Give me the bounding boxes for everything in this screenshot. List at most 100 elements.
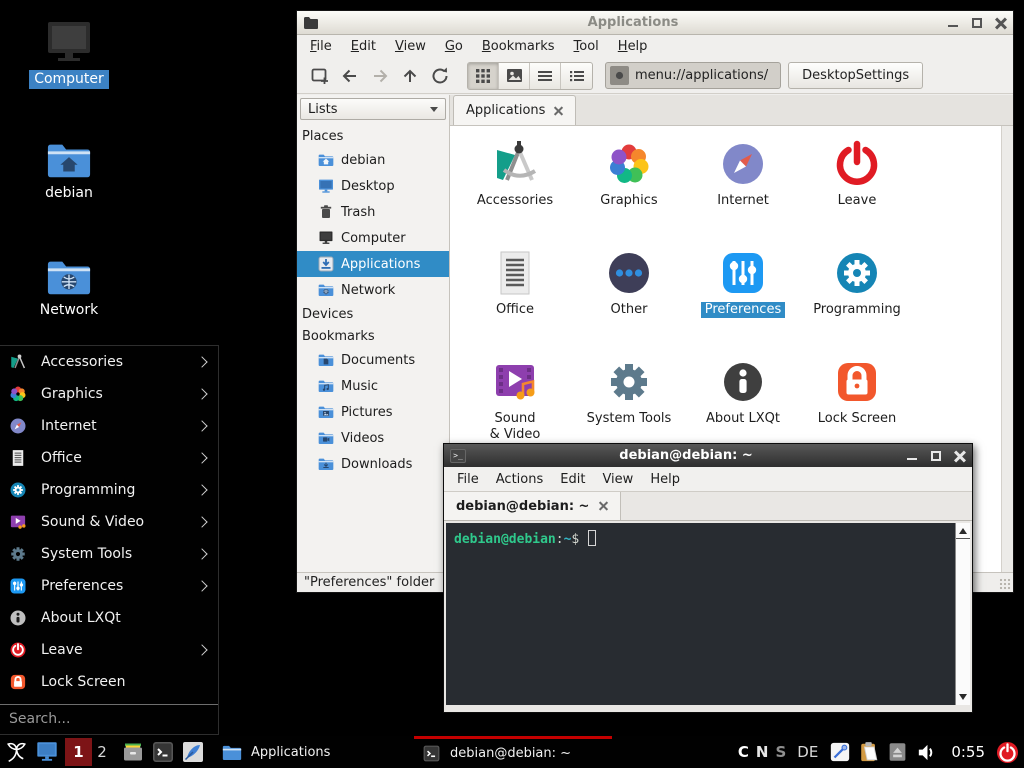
- up-button[interactable]: [395, 62, 425, 90]
- prompt-colon: :: [556, 532, 564, 547]
- tab-close-icon[interactable]: [599, 502, 608, 511]
- workspace-2-button[interactable]: 2: [92, 743, 112, 761]
- term-menu-view[interactable]: View: [602, 472, 633, 487]
- scrolllock-indicator[interactable]: S: [775, 743, 786, 761]
- fm-menu-file[interactable]: File: [310, 39, 332, 54]
- volume-tray-icon[interactable]: [915, 741, 938, 764]
- reload-button[interactable]: [425, 62, 455, 90]
- show-desktop-button[interactable]: [32, 736, 62, 768]
- fm-menu-tool[interactable]: Tool: [574, 39, 599, 54]
- scrollbar-thumb[interactable]: [956, 538, 970, 542]
- sidebar-item-computer[interactable]: Computer: [297, 225, 449, 251]
- menu-item-label: System Tools: [41, 546, 184, 562]
- quicklaunch-featherpad[interactable]: [178, 736, 208, 768]
- thumbnail-view-button[interactable]: [499, 63, 530, 89]
- workspace-1-button[interactable]: 1: [65, 738, 92, 766]
- fm-menu-help[interactable]: Help: [618, 39, 648, 54]
- fm-menu-bookmarks[interactable]: Bookmarks: [482, 39, 555, 54]
- menu-item-accessories[interactable]: Accessories: [0, 346, 218, 378]
- sidebar-mode-select[interactable]: Lists: [300, 98, 446, 120]
- menu-item-sound-video[interactable]: Sound & Video: [0, 506, 218, 538]
- numlock-indicator[interactable]: N: [756, 743, 769, 761]
- folder-preferences[interactable]: Preferences: [686, 247, 800, 356]
- term-menu-help[interactable]: Help: [650, 472, 680, 487]
- desktop-icon-home[interactable]: debian: [19, 140, 119, 203]
- keyboard-layout-indicator[interactable]: DE: [797, 743, 818, 761]
- icon-view-button[interactable]: [468, 63, 499, 89]
- new-tab-button[interactable]: [305, 62, 335, 90]
- sidebar-item-network[interactable]: Network: [297, 277, 449, 303]
- term-menu-actions[interactable]: Actions: [496, 472, 544, 487]
- desktop-icon-computer[interactable]: Computer: [19, 20, 119, 89]
- path-segment-child[interactable]: DesktopSettings: [788, 62, 923, 89]
- fm-titlebar[interactable]: Applications: [297, 11, 1013, 35]
- folder-view-scrollbar[interactable]: [1001, 126, 1013, 572]
- close-icon[interactable]: [995, 17, 1007, 29]
- fm-menu-view[interactable]: View: [395, 39, 426, 54]
- menu-item-programming[interactable]: Programming: [0, 474, 218, 506]
- close-icon[interactable]: [954, 450, 966, 462]
- path-segment-current[interactable]: menu://applications/: [605, 62, 781, 89]
- tab-applications[interactable]: Applications: [453, 95, 576, 125]
- menu-item-office[interactable]: Office: [0, 442, 218, 474]
- quicklaunch-file-manager[interactable]: [118, 736, 148, 768]
- search-input[interactable]: Search...: [0, 705, 218, 732]
- terminal-view[interactable]: debian@debian:~$: [446, 523, 970, 705]
- sidebar-item-desktop[interactable]: Desktop: [297, 173, 449, 199]
- menu-item-leave[interactable]: Leave: [0, 634, 218, 666]
- sidebar-item-downloads[interactable]: Downloads: [297, 451, 449, 477]
- clock[interactable]: 0:55: [951, 743, 985, 761]
- tab-close-icon[interactable]: [554, 106, 563, 115]
- menu-item-graphics[interactable]: Graphics: [0, 378, 218, 410]
- folder-other[interactable]: Other: [572, 247, 686, 356]
- maximize-icon[interactable]: [930, 450, 942, 462]
- fm-menu-go[interactable]: Go: [445, 39, 463, 54]
- folder-accessories[interactable]: Accessories: [458, 138, 572, 247]
- folder-internet[interactable]: Internet: [686, 138, 800, 247]
- minimize-icon[interactable]: [906, 450, 918, 462]
- sidebar-item-trash[interactable]: Trash: [297, 199, 449, 225]
- scroll-up-icon[interactable]: [956, 524, 970, 538]
- sidebar-item-music[interactable]: Music: [297, 373, 449, 399]
- menu-item-lock-screen[interactable]: Lock Screen: [0, 666, 218, 698]
- minimize-icon[interactable]: [947, 17, 959, 29]
- sidebar-item-videos[interactable]: Videos: [297, 425, 449, 451]
- screenshot-tray-icon[interactable]: [829, 741, 851, 763]
- reload-icon: [429, 65, 451, 87]
- detailed-view-button[interactable]: [561, 63, 592, 89]
- fm-menu-edit[interactable]: Edit: [351, 39, 376, 54]
- clipboard-tray-icon[interactable]: [858, 741, 880, 763]
- menu-item-about-lxqt[interactable]: About LXQt: [0, 602, 218, 634]
- terminal-scrollbar[interactable]: [955, 523, 970, 705]
- sidebar-item-label: Desktop: [341, 179, 395, 194]
- scroll-down-icon[interactable]: [956, 690, 970, 704]
- folder-leave[interactable]: Leave: [800, 138, 914, 247]
- task-button-applications[interactable]: Applications: [214, 736, 414, 768]
- sidebar-item-home[interactable]: debian: [297, 147, 449, 173]
- sidebar-item-applications[interactable]: Applications: [297, 251, 449, 277]
- capslock-indicator[interactable]: C: [738, 743, 749, 761]
- folder-graphics[interactable]: Graphics: [572, 138, 686, 247]
- menu-item-preferences[interactable]: Preferences: [0, 570, 218, 602]
- maximize-icon[interactable]: [971, 17, 983, 29]
- compact-view-button[interactable]: [530, 63, 561, 89]
- eject-tray-icon[interactable]: [887, 741, 908, 763]
- forward-button[interactable]: [365, 62, 395, 90]
- sidebar-item-pictures[interactable]: Pictures: [297, 399, 449, 425]
- menu-item-system-tools[interactable]: System Tools: [0, 538, 218, 570]
- power-button[interactable]: [996, 741, 1019, 764]
- desktop-icon-network[interactable]: Network: [19, 257, 119, 320]
- sidebar-item-documents[interactable]: Documents: [297, 347, 449, 373]
- back-button[interactable]: [335, 62, 365, 90]
- term-menu-edit[interactable]: Edit: [560, 472, 585, 487]
- resize-grip[interactable]: [999, 578, 1011, 590]
- folder-programming[interactable]: Programming: [800, 247, 914, 356]
- term-menu-file[interactable]: File: [457, 472, 479, 487]
- folder-office[interactable]: Office: [458, 247, 572, 356]
- task-button-terminal[interactable]: debian@debian: ~: [414, 736, 612, 768]
- main-menu-button[interactable]: [0, 736, 32, 768]
- quicklaunch-terminal[interactable]: [148, 736, 178, 768]
- terminal-tab[interactable]: debian@debian: ~: [444, 492, 621, 520]
- menu-item-internet[interactable]: Internet: [0, 410, 218, 442]
- terminal-titlebar[interactable]: >_ debian@debian: ~: [444, 444, 972, 467]
